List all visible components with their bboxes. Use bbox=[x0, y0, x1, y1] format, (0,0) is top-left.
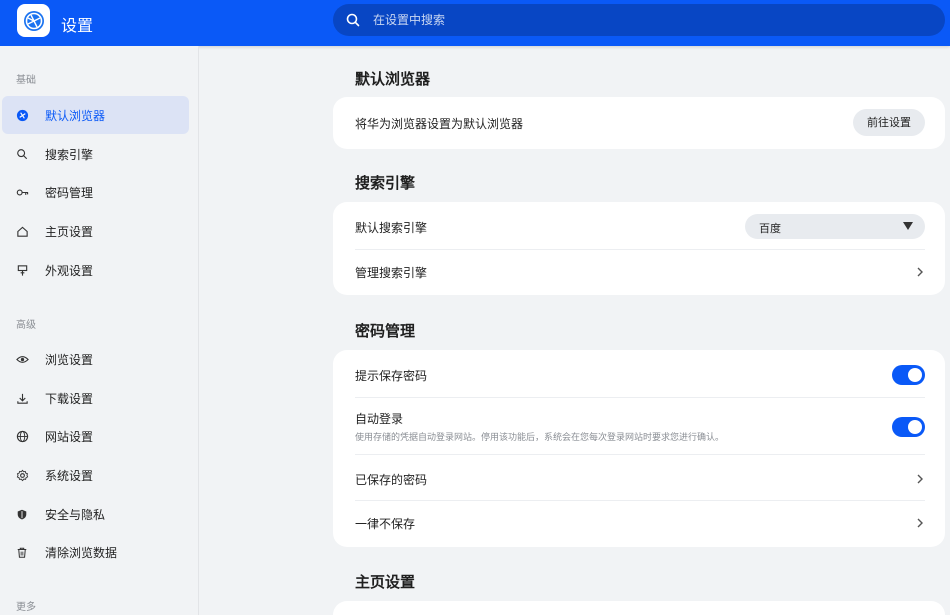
sidebar-item-clear-data[interactable]: 清除浏览数据 bbox=[2, 533, 189, 571]
sidebar-item-label: 默认浏览器 bbox=[45, 109, 106, 123]
key-icon bbox=[15, 185, 29, 199]
row-prompt-save-password: 提示保存密码 bbox=[355, 350, 925, 397]
row-label: 管理搜索引擎 bbox=[355, 266, 428, 280]
row-label: 默认搜索引擎 bbox=[355, 221, 428, 235]
sidebar-item-label: 清除浏览数据 bbox=[45, 546, 118, 560]
sidebar-item-label: 下载设置 bbox=[45, 392, 94, 406]
toggle-knob bbox=[908, 420, 922, 434]
row-set-default: 将华为浏览器设置为默认浏览器 前往设置 bbox=[355, 97, 925, 149]
sidebar-item-system[interactable]: 系统设置 bbox=[2, 456, 189, 494]
section-title-default-browser: 默认浏览器 bbox=[355, 70, 431, 88]
row-label: 已保存的密码 bbox=[355, 473, 428, 487]
row-default-search-engine: 默认搜索引擎 百度 bbox=[355, 202, 925, 249]
row-label: 一律不保存 bbox=[355, 517, 416, 531]
sidebar-item-download[interactable]: 下载设置 bbox=[2, 379, 189, 417]
trash-icon bbox=[15, 545, 29, 559]
sidebar-item-label: 外观设置 bbox=[45, 264, 94, 278]
caret-down-icon bbox=[903, 222, 913, 230]
chevron-right-icon bbox=[917, 518, 923, 528]
search-icon bbox=[15, 147, 29, 161]
sidebar-item-label: 安全与隐私 bbox=[45, 508, 106, 522]
section-title-password: 密码管理 bbox=[355, 322, 416, 340]
row-label: 将华为浏览器设置为默认浏览器 bbox=[355, 117, 524, 131]
section-title-homepage: 主页设置 bbox=[355, 573, 416, 591]
row-saved-passwords[interactable]: 已保存的密码 bbox=[355, 454, 925, 500]
browser-logo-icon bbox=[17, 4, 50, 37]
card-password: 提示保存密码 自动登录 使用存储的凭据自动登录网站。停用该功能后，系统会在您每次… bbox=[333, 350, 945, 547]
sidebar-item-label: 主页设置 bbox=[45, 225, 94, 239]
page-title: 设置 bbox=[61, 16, 94, 35]
sidebar-item-label: 浏览设置 bbox=[45, 353, 94, 367]
toggle-knob bbox=[908, 368, 922, 382]
select-value: 百度 bbox=[759, 222, 781, 235]
sidebar-item-password[interactable]: 密码管理 bbox=[2, 173, 189, 211]
card-homepage bbox=[333, 601, 945, 615]
section-title-search-engine: 搜索引擎 bbox=[355, 174, 416, 192]
sidebar-item-label: 密码管理 bbox=[45, 186, 94, 200]
row-label: 自动登录 bbox=[355, 412, 404, 426]
sidebar-item-appearance[interactable]: 外观设置 bbox=[2, 251, 189, 289]
sidebar-group-more: 更多 bbox=[16, 602, 36, 613]
auto-login-toggle[interactable] bbox=[892, 417, 925, 437]
globe-icon bbox=[15, 108, 29, 122]
sidebar: 基础 默认浏览器 搜索引擎 密码管理 主页设置 外观设置 高级 浏览设置 下载设… bbox=[0, 46, 199, 615]
sidebar-item-default-browser[interactable]: 默认浏览器 bbox=[2, 96, 189, 134]
globe-grid-icon bbox=[15, 429, 29, 443]
sidebar-group-basic: 基础 bbox=[16, 75, 36, 86]
search-icon bbox=[346, 13, 360, 27]
shield-icon bbox=[15, 507, 29, 521]
sidebar-group-advanced: 高级 bbox=[16, 320, 36, 331]
search-input[interactable] bbox=[373, 4, 933, 36]
sidebar-item-label: 系统设置 bbox=[45, 469, 94, 483]
row-never-save[interactable]: 一律不保存 bbox=[355, 500, 925, 547]
sidebar-item-browsing[interactable]: 浏览设置 bbox=[2, 340, 189, 378]
home-icon bbox=[15, 224, 29, 238]
search-engine-select[interactable]: 百度 bbox=[745, 214, 925, 239]
brush-icon bbox=[15, 263, 29, 277]
sidebar-item-site-settings[interactable]: 网站设置 bbox=[2, 417, 189, 455]
download-icon bbox=[15, 391, 29, 405]
sidebar-item-security[interactable]: 安全与隐私 bbox=[2, 495, 189, 533]
card-search-engine: 默认搜索引擎 百度 管理搜索引擎 bbox=[333, 202, 945, 295]
eye-icon bbox=[15, 352, 29, 366]
settings-search[interactable] bbox=[333, 4, 945, 36]
card-default-browser: 将华为浏览器设置为默认浏览器 前往设置 bbox=[333, 97, 945, 149]
row-description: 使用存储的凭据自动登录网站。停用该功能后，系统会在您每次登录网站时要求您进行确认… bbox=[355, 433, 725, 443]
row-manage-search-engines[interactable]: 管理搜索引擎 bbox=[355, 249, 925, 295]
chevron-right-icon bbox=[917, 267, 923, 277]
prompt-save-toggle[interactable] bbox=[892, 365, 925, 385]
row-auto-login: 自动登录 使用存储的凭据自动登录网站。停用该功能后，系统会在您每次登录网站时要求… bbox=[355, 397, 925, 454]
gear-icon bbox=[15, 468, 29, 482]
top-bar: 设置 bbox=[0, 0, 950, 46]
sidebar-item-search-engine[interactable]: 搜索引擎 bbox=[2, 135, 189, 173]
sidebar-item-label: 搜索引擎 bbox=[45, 148, 94, 162]
chevron-right-icon bbox=[917, 474, 923, 484]
sidebar-item-label: 网站设置 bbox=[45, 430, 94, 444]
row-label: 提示保存密码 bbox=[355, 369, 428, 383]
sidebar-item-homepage[interactable]: 主页设置 bbox=[2, 212, 189, 250]
go-settings-button[interactable]: 前往设置 bbox=[853, 109, 925, 136]
